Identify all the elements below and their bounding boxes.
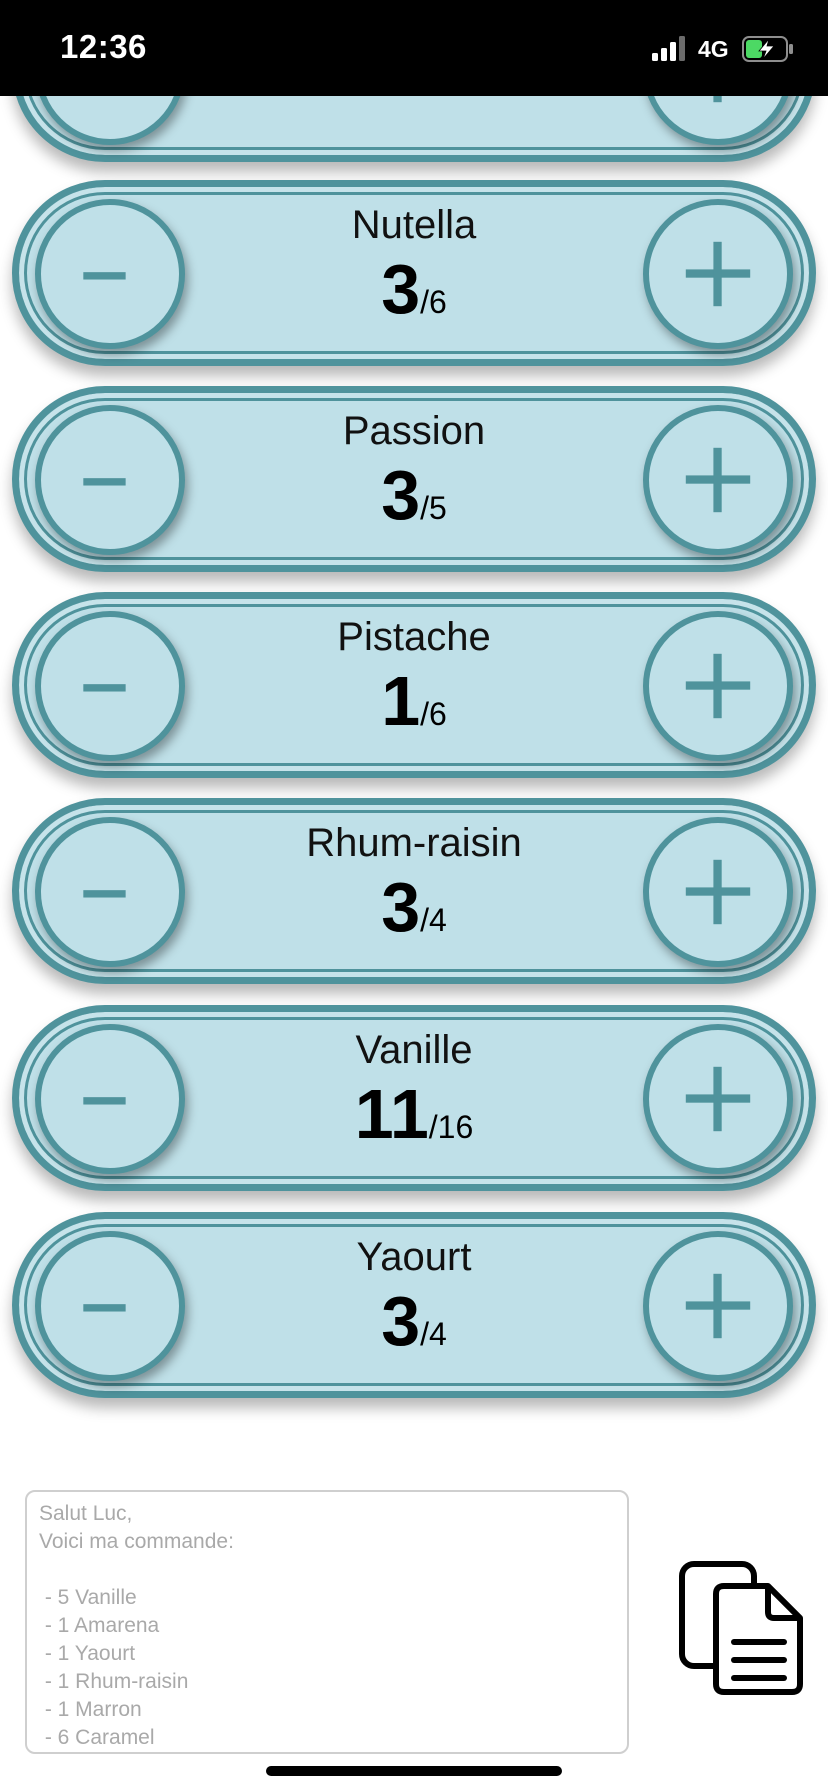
flavor-info: Passion 3/5 — [209, 407, 619, 553]
flavor-name: Nutella — [351, 203, 477, 247]
flavor-name: Rhum-raisin — [306, 821, 522, 865]
decrement-button[interactable] — [35, 1024, 185, 1174]
decrement-button[interactable] — [35, 199, 185, 349]
minus-icon — [83, 684, 126, 692]
count-value: 11 — [354, 1075, 429, 1153]
flavor-name: Passion — [342, 409, 486, 453]
count-total: /6 — [420, 696, 447, 732]
increment-button[interactable] — [643, 1024, 793, 1174]
order-line: - 1 Marron — [39, 1698, 142, 1721]
count-total: /5 — [420, 490, 447, 526]
flavor-count: 3/5 — [209, 457, 619, 553]
flavor-row: Rhum-raisin 3/4 — [12, 798, 816, 984]
increment-button[interactable] — [643, 817, 793, 967]
increment-button[interactable] — [643, 199, 793, 349]
increment-button[interactable] — [643, 405, 793, 555]
count-value: 3 — [381, 250, 421, 328]
count-value: 3 — [381, 868, 421, 946]
order-line: Salut Luc, — [39, 1502, 133, 1525]
flavor-name: Yaourt — [356, 1235, 472, 1279]
flavor-list: 3/4 Nutella 3/6 Passion 3/5 — [0, 0, 828, 1440]
decrement-button[interactable] — [35, 1231, 185, 1381]
minus-icon — [83, 272, 126, 280]
plus-icon — [685, 1273, 751, 1339]
flavor-info: Yaourt 3/4 — [209, 1233, 619, 1379]
plus-icon — [685, 1066, 751, 1132]
flavor-row: Pistache 1/6 — [12, 592, 816, 778]
copy-document-icon — [679, 1561, 803, 1695]
decrement-button[interactable] — [35, 611, 185, 761]
count-value: 3 — [381, 456, 421, 534]
flavor-info: Nutella 3/6 — [209, 201, 619, 347]
order-line: - 1 Rhum-raisin — [39, 1670, 189, 1693]
count-total: /4 — [420, 902, 447, 938]
flavor-row: Passion 3/5 — [12, 386, 816, 572]
plus-icon — [685, 241, 751, 307]
plus-icon — [685, 859, 751, 925]
flavor-info: Vanille 11/16 — [209, 1026, 619, 1172]
minus-icon — [83, 1097, 126, 1105]
flavor-count: 3/6 — [209, 251, 619, 347]
decrement-button[interactable] — [35, 405, 185, 555]
battery-charging-icon — [742, 36, 793, 62]
flavor-info: Pistache 1/6 — [209, 613, 619, 759]
flavor-count: 3/4 — [209, 1283, 619, 1379]
flavor-row: Nutella 3/6 — [12, 180, 816, 366]
flavor-name: Pistache — [337, 615, 491, 659]
flavor-row: Yaourt 3/4 — [12, 1212, 816, 1398]
flavor-count: 1/6 — [209, 663, 619, 759]
flavor-row: Vanille 11/16 — [12, 1005, 816, 1191]
minus-icon — [83, 1304, 126, 1312]
order-line: - 5 Vanille — [39, 1586, 137, 1609]
order-line: - 1 Yaourt — [39, 1642, 136, 1665]
plus-icon — [685, 447, 751, 513]
home-indicator[interactable] — [266, 1766, 562, 1776]
order-line: - 1 Amarena — [39, 1614, 160, 1637]
decrement-button[interactable] — [35, 817, 185, 967]
status-time: 12:36 — [60, 28, 147, 65]
count-value: 1 — [381, 662, 421, 740]
order-message-textarea[interactable]: Salut Luc, Voici ma commande: - 5 Vanill… — [25, 1490, 629, 1754]
copy-button[interactable] — [676, 1556, 806, 1696]
order-line — [39, 1556, 615, 1584]
network-type-label: 4G — [698, 36, 729, 62]
minus-icon — [83, 890, 126, 898]
increment-button[interactable] — [643, 611, 793, 761]
increment-button[interactable] — [643, 1231, 793, 1381]
count-total: /6 — [420, 284, 447, 320]
count-total: /4 — [420, 1316, 447, 1352]
count-total: /16 — [428, 1109, 474, 1145]
flavor-count: 3/4 — [209, 869, 619, 965]
order-line: - 6 Caramel — [39, 1726, 155, 1749]
count-value: 3 — [381, 1282, 421, 1360]
plus-icon — [685, 653, 751, 719]
cellular-signal-icon — [652, 36, 685, 61]
flavor-info: Rhum-raisin 3/4 — [209, 819, 619, 965]
flavor-count: 11/16 — [209, 1076, 619, 1172]
order-line: Voici ma commande: — [39, 1530, 234, 1553]
flavor-name: Vanille — [355, 1028, 473, 1072]
status-bar: 12:36 4G — [0, 0, 828, 96]
minus-icon — [83, 478, 126, 486]
